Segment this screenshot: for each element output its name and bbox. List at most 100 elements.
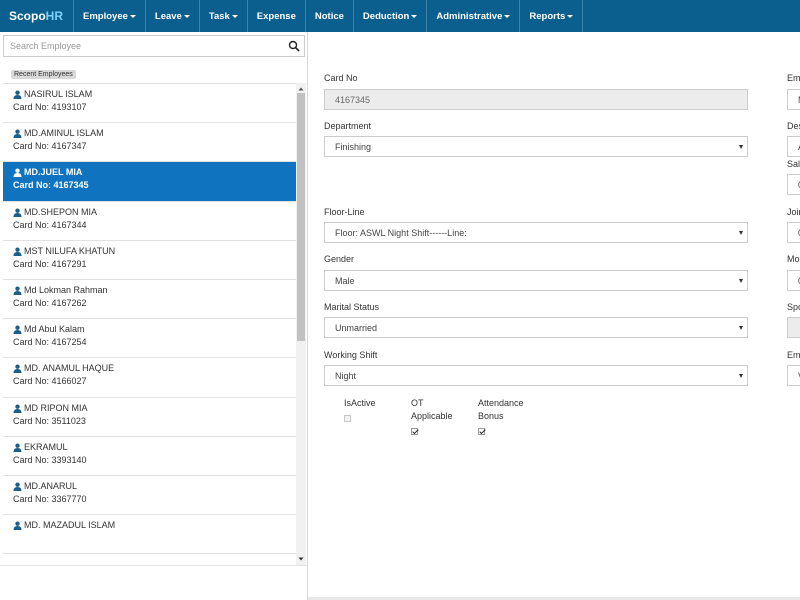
nav-reports[interactable]: Reports bbox=[520, 0, 584, 32]
search-input[interactable] bbox=[4, 36, 274, 56]
list-scrollbar[interactable] bbox=[296, 83, 306, 565]
employee-name: Md Abul Kalam bbox=[24, 324, 85, 335]
attendance-bonus-label-line2: Bonus bbox=[478, 411, 504, 421]
caret-down-icon bbox=[504, 14, 511, 18]
list-item[interactable]: NASIRUL ISLAM Card No: 4193107 bbox=[3, 84, 296, 124]
brand-text: Scopo bbox=[9, 9, 46, 23]
nav-label: Expense bbox=[256, 10, 296, 22]
nav-label: Notice bbox=[314, 10, 344, 22]
caret-down-icon bbox=[129, 14, 136, 18]
department-select[interactable]: Finishing bbox=[324, 136, 748, 157]
right-col-field-6[interactable] bbox=[787, 317, 800, 338]
right-col-label-2: Des bbox=[787, 121, 800, 131]
nav-task[interactable]: Task bbox=[200, 0, 248, 32]
list-item[interactable]: MD.SHEPON MIA Card No: 4167344 bbox=[3, 202, 296, 241]
list-item[interactable]: MST NILUFA KHATUN Card No: 4167291 bbox=[3, 241, 296, 280]
list-item[interactable]: MD. ANAMUL HAQUE Card No: 4166027 bbox=[3, 358, 296, 398]
marital-status-value: Unmarried bbox=[335, 322, 378, 333]
employee-list: NASIRUL ISLAM Card No: 4193107 MD.AMINUL… bbox=[3, 83, 296, 565]
list-item[interactable]: Md Lokman Rahman Card No: 4167262 bbox=[3, 280, 296, 320]
employee-name: MD. MAZADUL ISLAM bbox=[24, 520, 116, 531]
department-label: Department bbox=[324, 121, 372, 131]
nav-label: Employee bbox=[83, 10, 128, 22]
employee-name: MD. ANAMUL HAQUE bbox=[24, 363, 115, 374]
employee-name: MD.AMINUL ISLAM bbox=[24, 128, 104, 139]
nav-leave[interactable]: Leave bbox=[146, 0, 200, 32]
nav-administrative[interactable]: Administrative bbox=[427, 0, 521, 32]
list-item[interactable]: MD.ANARUL Card No: 3367770 bbox=[3, 476, 296, 516]
employee-name: EKRAMUL bbox=[24, 441, 68, 452]
right-col-field-2[interactable]: A bbox=[787, 136, 800, 157]
right-col-field-1[interactable]: M bbox=[787, 89, 800, 110]
user-icon bbox=[13, 443, 22, 452]
list-item-active[interactable]: MD.JUEL MIA Card No: 4167345 bbox=[3, 162, 296, 202]
select-arrow-icon bbox=[739, 374, 743, 378]
employee-card-no: Card No: 4167254 bbox=[13, 337, 87, 348]
right-col-field-5[interactable]: 0 bbox=[787, 270, 800, 291]
employee-sidebar: Recent Employees NASIRUL ISLAM Card No: … bbox=[0, 32, 308, 600]
employee-card-no: Card No: 4193107 bbox=[13, 102, 87, 112]
recent-employees-badge: Recent Employees bbox=[11, 70, 76, 79]
right-col-label-6: Spo bbox=[787, 302, 800, 312]
card-no-field: 4167345 bbox=[324, 89, 748, 110]
gender-select[interactable]: Male bbox=[324, 270, 748, 291]
nav-label: Task bbox=[208, 10, 230, 22]
isactive-label: IsActive bbox=[344, 398, 376, 408]
nav-label: Leave bbox=[154, 10, 182, 22]
user-icon bbox=[13, 129, 22, 139]
user-icon bbox=[13, 247, 22, 256]
marital-status-select[interactable]: Unmarried bbox=[324, 317, 748, 338]
ot-applicable-checkbox[interactable] bbox=[411, 428, 418, 435]
employee-form: Card No 4167345 Department Finishing Flo… bbox=[309, 32, 800, 600]
user-icon bbox=[13, 325, 22, 335]
list-item[interactable]: MD RIPON MIA Card No: 3511023 bbox=[3, 398, 296, 437]
working-shift-value: Night bbox=[335, 370, 357, 381]
caret-down-icon bbox=[567, 14, 574, 18]
user-icon bbox=[13, 364, 22, 374]
list-item[interactable]: MD.AMINUL ISLAM Card No: 4167347 bbox=[3, 123, 296, 163]
employee-card-no: Card No: 4167347 bbox=[13, 141, 87, 152]
gender-label: Gender bbox=[324, 254, 355, 264]
working-shift-label: Working Shift bbox=[324, 350, 378, 360]
right-col-field-3[interactable]: 0 bbox=[787, 174, 800, 195]
employee-card-no: Card No: 4167262 bbox=[13, 297, 87, 308]
search-box bbox=[3, 35, 305, 57]
isactive-checkbox[interactable] bbox=[344, 415, 351, 422]
right-col-label-7: Em bbox=[787, 350, 800, 360]
employee-name: NASIRUL ISLAM bbox=[24, 89, 93, 99]
ot-label-line1: OT bbox=[411, 398, 424, 408]
list-item[interactable]: EKRAMUL Card No: 3393140 bbox=[3, 437, 296, 476]
nav-employee[interactable]: Employee bbox=[74, 0, 146, 32]
employee-card-no: Card No: 3367770 bbox=[13, 493, 87, 504]
caret-down-icon bbox=[231, 14, 238, 18]
right-col-field-4[interactable]: 0 bbox=[787, 222, 800, 243]
nav-deduction[interactable]: Deduction bbox=[354, 0, 428, 32]
scroll-up-arrow-icon[interactable] bbox=[296, 85, 306, 93]
nav-notice[interactable]: Notice bbox=[306, 0, 354, 32]
attendance-bonus-checkbox[interactable] bbox=[478, 428, 485, 435]
brand-logo[interactable]: Scopo HR bbox=[0, 0, 75, 32]
nav-expense[interactable]: Expense bbox=[248, 0, 306, 32]
scroll-thumb[interactable] bbox=[297, 93, 305, 341]
ot-label-line2: Applicable bbox=[411, 411, 453, 421]
nav-label: Administrative bbox=[436, 10, 503, 22]
select-arrow-icon bbox=[739, 231, 743, 235]
list-item[interactable]: Md Abul Kalam Card No: 4167254 bbox=[3, 319, 296, 359]
caret-down-icon bbox=[411, 14, 418, 18]
employee-card-no: Card No: 3393140 bbox=[13, 454, 87, 465]
right-col-label-5: Mo bbox=[787, 254, 800, 264]
employee-name: MST NILUFA KHATUN bbox=[24, 245, 116, 256]
search-icon[interactable] bbox=[288, 40, 300, 52]
right-col-label-1: Em bbox=[787, 73, 800, 83]
right-col-field-7[interactable]: V bbox=[787, 365, 800, 386]
attendance-bonus-label-line1: Attendance bbox=[478, 398, 524, 408]
right-col-label-4: Join bbox=[787, 207, 800, 217]
select-arrow-icon bbox=[739, 145, 743, 149]
scroll-down-arrow-icon[interactable] bbox=[296, 555, 306, 563]
user-icon bbox=[13, 521, 22, 531]
floor-line-select[interactable]: Floor: ASWL Night Shift------Line: bbox=[324, 222, 748, 243]
sidebar-footer bbox=[0, 565, 308, 600]
list-item[interactable]: MD. MAZADUL ISLAM bbox=[3, 515, 296, 555]
working-shift-select[interactable]: Night bbox=[324, 365, 748, 386]
employee-card-no: Card No: 4167345 bbox=[13, 180, 89, 191]
